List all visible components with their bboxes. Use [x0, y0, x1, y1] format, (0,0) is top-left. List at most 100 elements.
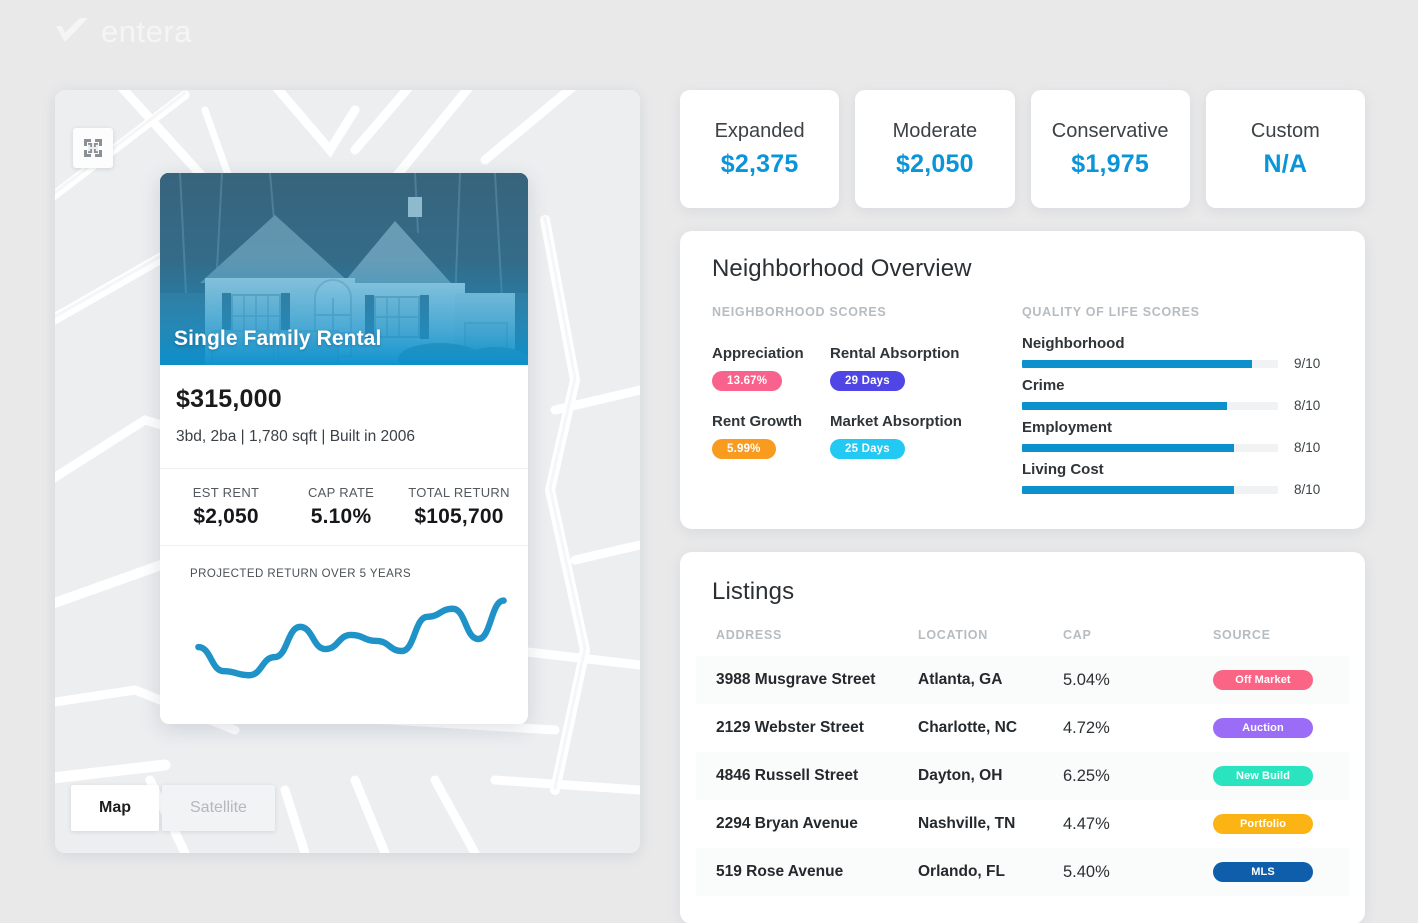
cell-source: Off Market	[1213, 656, 1349, 704]
tile-value: N/A	[1263, 149, 1308, 178]
qol-progress-track	[1022, 359, 1278, 368]
stat-label: CAP RATE	[307, 485, 375, 500]
tile-label: Moderate	[892, 119, 978, 142]
quality-of-life-label: QUALITY OF LIFE SCORES	[1022, 305, 1200, 319]
stat-value: $2,050	[193, 505, 259, 528]
qol-row-living-cost: Living Cost 8/10	[1022, 461, 1335, 497]
table-row[interactable]: 3988 Musgrave Street Atlanta, GA 5.04% O…	[696, 656, 1349, 704]
cell-cap: 5.04%	[1063, 670, 1110, 689]
cell-address: 2294 Bryan Avenue	[716, 815, 858, 832]
cell-location: Charlotte, NC	[918, 719, 1018, 736]
property-price: $315,000	[176, 385, 282, 413]
listings-title: Listings	[712, 578, 795, 605]
score-rental-absorption: Rental Absorption 29 Days	[830, 345, 1022, 391]
cell-source: New Build	[1213, 752, 1349, 800]
score-market-absorption: Market Absorption 25 Days	[830, 413, 1022, 459]
stat-cap-rate: CAP RATE 5.10%	[282, 485, 400, 529]
cell-location: Nashville, TN	[918, 815, 1016, 832]
score-name: Rental Absorption	[830, 345, 960, 362]
neighborhood-scores-label: NEIGHBORHOOD SCORES	[712, 305, 887, 319]
entera-check-logo-icon	[56, 18, 88, 42]
qol-row-neighborhood: Neighborhood 9/10	[1022, 335, 1335, 371]
qol-progress-fill	[1022, 401, 1227, 410]
cell-source: MLS	[1213, 848, 1349, 896]
map-type-toggle[interactable]: Map Satellite	[71, 785, 275, 831]
source-badge: MLS	[1213, 862, 1313, 882]
column-header-address[interactable]: ADDRESS	[696, 628, 918, 656]
right-column: Expanded $2,375 Moderate $2,050 Conserva…	[680, 90, 1365, 923]
cell-cap: 6.25%	[1063, 766, 1110, 785]
cell-source: Auction	[1213, 704, 1349, 752]
stat-label: TOTAL RETURN	[408, 485, 510, 500]
cell-cap: 4.72%	[1063, 718, 1110, 737]
cell-location: Atlanta, GA	[918, 671, 1003, 688]
cell-location: Orlando, FL	[918, 863, 1005, 880]
chart-title: PROJECTED RETURN OVER 5 YEARS	[190, 568, 412, 580]
qol-score: 8/10	[1294, 482, 1321, 497]
qol-progress-track	[1022, 443, 1278, 452]
map-type-button-satellite[interactable]: Satellite	[162, 785, 275, 831]
column-header-cap[interactable]: CAP	[1063, 628, 1213, 656]
score-rent-growth: Rent Growth 5.99%	[712, 413, 830, 459]
column-header-source[interactable]: SOURCE	[1213, 628, 1349, 656]
rent-tile-moderate[interactable]: Moderate $2,050	[855, 90, 1015, 208]
map-type-label: Map	[99, 799, 131, 816]
rent-estimate-tiles: Expanded $2,375 Moderate $2,050 Conserva…	[680, 90, 1365, 208]
exit-fullscreen-button[interactable]	[73, 128, 113, 168]
tile-label: Expanded	[714, 119, 805, 142]
qol-progress-fill	[1022, 443, 1235, 452]
qol-score: 8/10	[1294, 440, 1321, 455]
cell-cap: 5.40%	[1063, 862, 1110, 881]
brand-name: entera	[101, 14, 192, 49]
table-row[interactable]: 4846 Russell Street Dayton, OH 6.25% New…	[696, 752, 1349, 800]
qol-name: Neighborhood	[1022, 335, 1125, 352]
table-row[interactable]: 2129 Webster Street Charlotte, NC 4.72% …	[696, 704, 1349, 752]
rent-tile-expanded[interactable]: Expanded $2,375	[680, 90, 840, 208]
stat-total-return: TOTAL RETURN $105,700	[400, 485, 518, 529]
rent-tile-custom[interactable]: Custom N/A	[1205, 90, 1365, 208]
column-header-location[interactable]: LOCATION	[918, 628, 1063, 656]
cell-cap: 4.47%	[1063, 814, 1110, 833]
stat-value: $105,700	[414, 505, 504, 528]
qol-name: Crime	[1022, 377, 1065, 394]
table-row[interactable]: 519 Rose Avenue Orlando, FL 5.40% MLS	[696, 848, 1349, 896]
score-appreciation: Appreciation 13.67%	[712, 345, 830, 391]
qol-row-crime: Crime 8/10	[1022, 377, 1335, 413]
source-badge: Off Market	[1213, 670, 1313, 690]
qol-name: Employment	[1022, 419, 1113, 436]
cell-address: 4846 Russell Street	[716, 767, 859, 784]
quality-of-life-list: Neighborhood 9/10 Crime 8/10 Employment …	[1022, 335, 1335, 497]
qol-name: Living Cost	[1022, 461, 1104, 478]
score-name: Appreciation	[712, 345, 804, 362]
map-type-button-map[interactable]: Map	[71, 785, 159, 831]
collapse-fullscreen-icon	[84, 139, 102, 157]
property-summary: $315,000 3bd, 2ba | 1,780 sqft | Built i…	[160, 365, 528, 468]
neighborhood-scores-grid: Appreciation 13.67% Rental Absorption 29…	[712, 345, 1022, 459]
neighborhood-scores-column: NEIGHBORHOOD SCORES Appreciation 13.67% …	[712, 305, 1022, 503]
neighborhood-overview-panel: Neighborhood Overview NEIGHBORHOOD SCORE…	[680, 231, 1365, 529]
qol-progress-track	[1022, 401, 1278, 410]
tile-value: $2,375	[720, 149, 799, 178]
property-type-label: Single Family Rental	[174, 327, 382, 350]
neighborhood-title: Neighborhood Overview	[712, 255, 972, 282]
qol-score: 9/10	[1294, 356, 1321, 371]
stat-est-rent: EST RENT $2,050	[170, 485, 282, 529]
score-name: Market Absorption	[830, 413, 962, 430]
source-badge: New Build	[1213, 766, 1313, 786]
stat-label: EST RENT	[192, 485, 260, 500]
property-card[interactable]: Single Family Rental $315,000 3bd, 2ba |…	[160, 173, 528, 724]
map-panel[interactable]: Single Family Rental $315,000 3bd, 2ba |…	[55, 90, 640, 853]
qol-progress-track	[1022, 485, 1278, 494]
qol-progress-fill	[1022, 359, 1253, 368]
cell-address: 519 Rose Avenue	[716, 863, 844, 880]
rent-tile-conservative[interactable]: Conservative $1,975	[1030, 90, 1190, 208]
score-name: Rent Growth	[712, 413, 802, 430]
property-photo: Single Family Rental	[160, 173, 528, 365]
cell-address: 3988 Musgrave Street	[716, 671, 876, 688]
tile-label: Custom	[1250, 119, 1320, 142]
score-badge: 29 Days	[830, 371, 905, 391]
score-badge: 25 Days	[830, 439, 905, 459]
cell-location: Dayton, OH	[918, 767, 1003, 784]
projected-return-chart: PROJECTED RETURN OVER 5 YEARS	[160, 546, 528, 724]
table-row[interactable]: 2294 Bryan Avenue Nashville, TN 4.47% Po…	[696, 800, 1349, 848]
